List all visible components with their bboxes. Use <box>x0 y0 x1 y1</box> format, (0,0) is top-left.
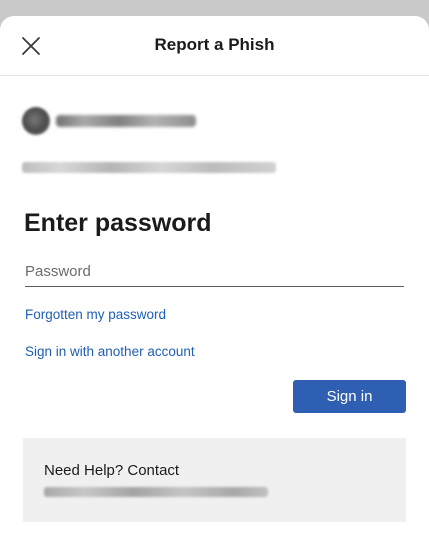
sign-in-button[interactable]: Sign in <box>293 380 406 413</box>
sheet-title: Report a Phish <box>154 35 275 54</box>
forgot-password-link[interactable]: Forgotten my password <box>25 307 166 322</box>
help-box: Need Help? Contact <box>23 438 406 522</box>
help-contact-text: Need Help? Contact <box>44 462 180 479</box>
page-title: Enter password <box>24 209 212 237</box>
account-name-redacted <box>56 115 196 127</box>
account-avatar <box>22 107 50 135</box>
sheet-header: Report a Phish <box>0 16 429 76</box>
password-input[interactable] <box>25 257 404 287</box>
sign-in-other-account-link[interactable]: Sign in with another account <box>25 344 195 359</box>
account-email-redacted <box>22 162 276 173</box>
account-identity <box>22 107 196 135</box>
sign-in-sheet: Report a Phish Enter password Forgotten … <box>0 16 429 547</box>
help-email-redacted <box>44 487 268 497</box>
